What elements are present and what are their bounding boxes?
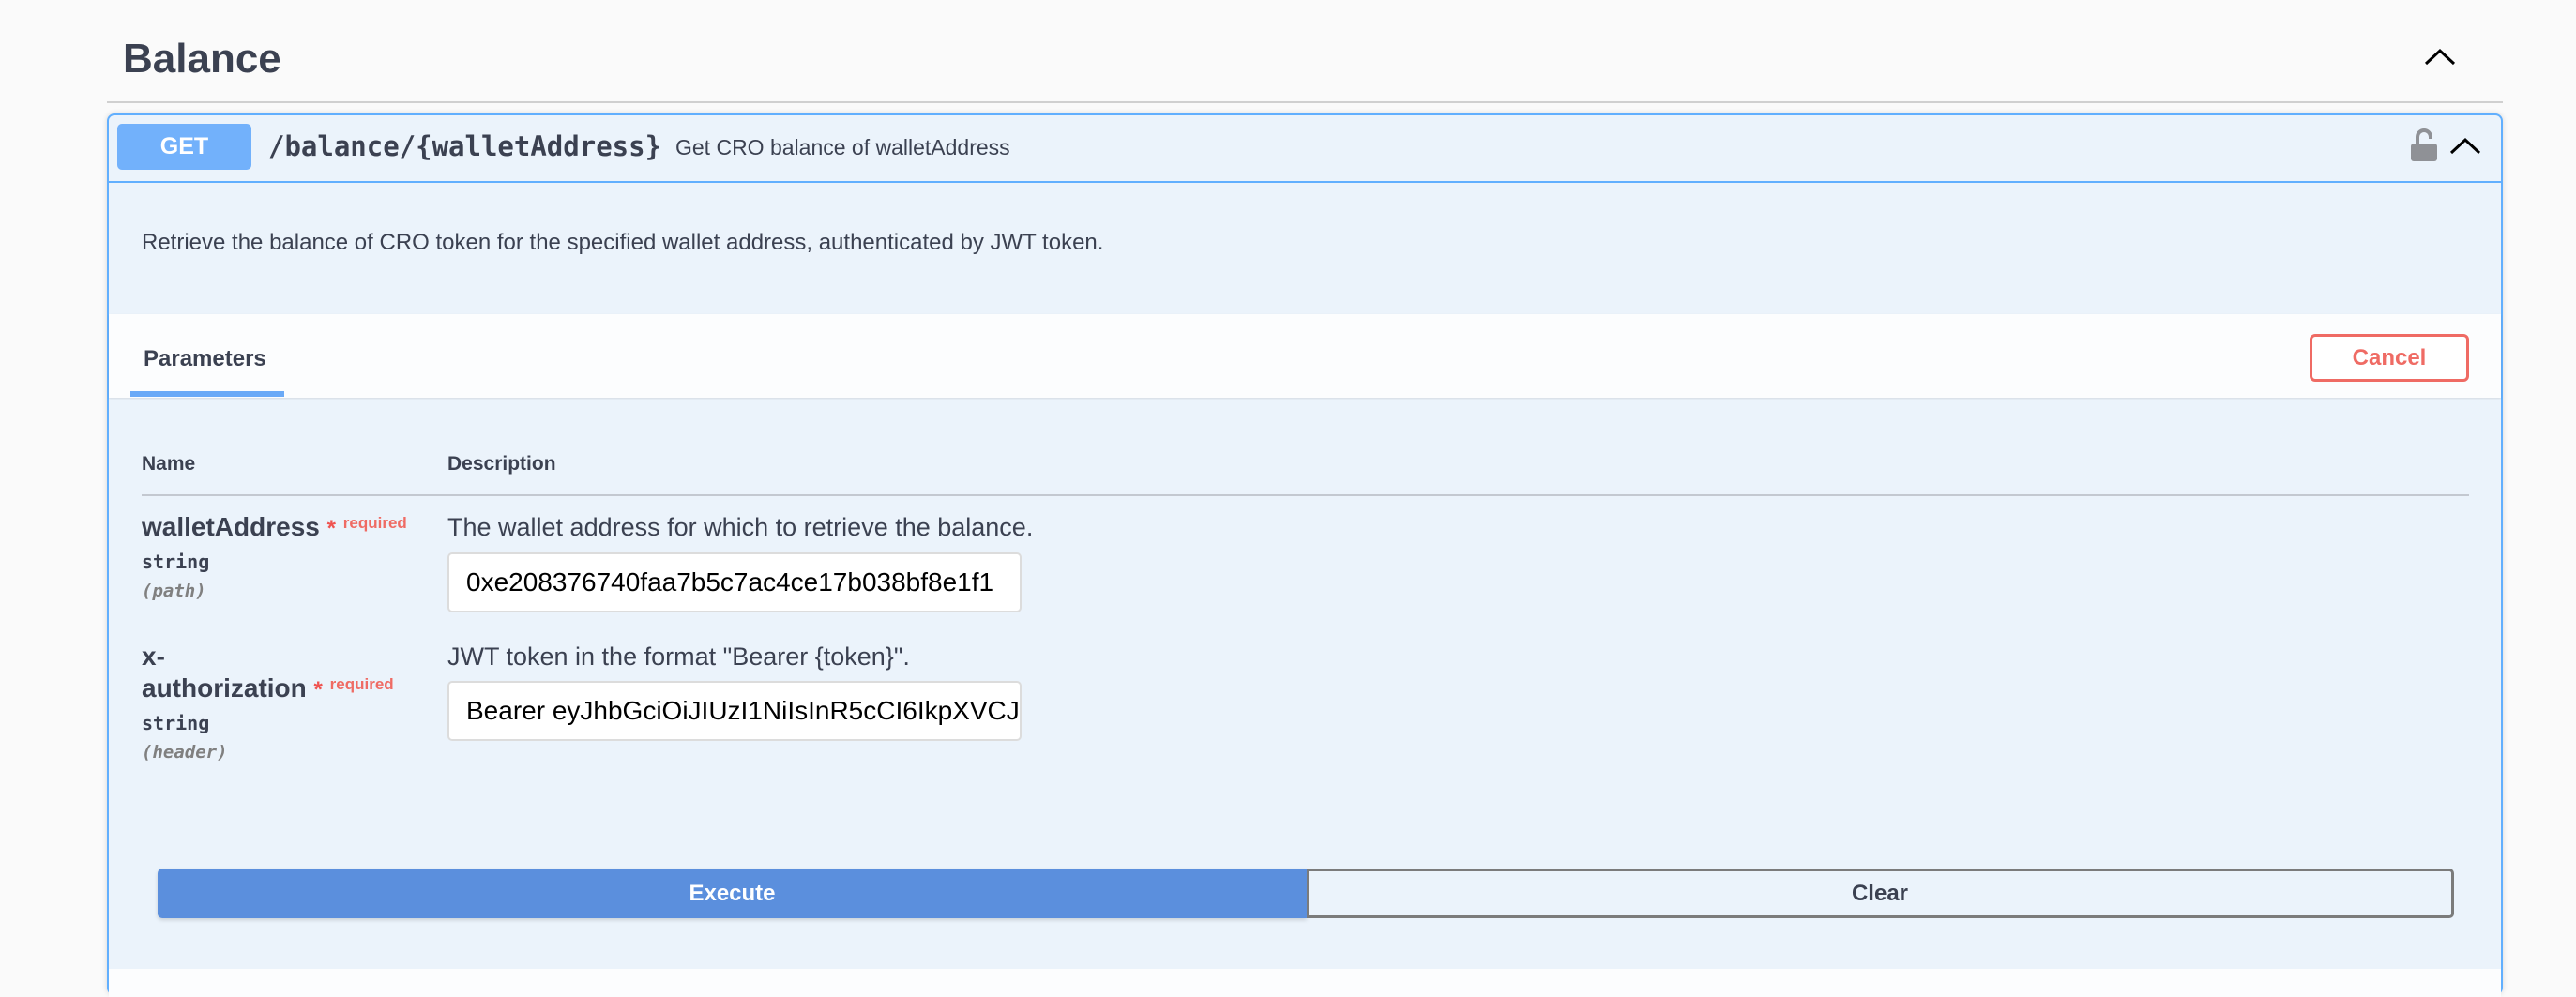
wallet-address-input[interactable]: 0xe208376740faa7b5c7ac4ce17b038bf8e1f1	[447, 552, 1022, 612]
param-description: JWT token in the format "Bearer {token}"…	[447, 642, 910, 671]
authorization-input[interactable]: Bearer eyJhbGciOiJIUzI1NiIsInR5cCI6IkpXV…	[447, 681, 1022, 741]
required-star: *	[313, 677, 323, 702]
param-location: (path)	[142, 581, 206, 601]
param-name: walletAddress	[142, 512, 320, 541]
chevron-up-icon[interactable]	[2449, 136, 2481, 155]
operation-block: GET /balance/{walletAddress} Get CRO bal…	[107, 113, 2503, 997]
cancel-button[interactable]: Cancel	[2310, 334, 2469, 382]
column-header-description: Description	[447, 453, 556, 475]
method-badge: GET	[117, 124, 251, 170]
tab-active-indicator	[130, 391, 284, 397]
unlock-icon[interactable]	[2410, 128, 2438, 162]
operation-summary[interactable]: GET /balance/{walletAddress} Get CRO bal…	[109, 115, 2501, 183]
tag-title[interactable]: Balance	[123, 36, 281, 83]
operation-summary-text: Get CRO balance of walletAddress	[675, 135, 1010, 159]
table-header-divider	[142, 494, 2469, 496]
param-name-cell: walletAddress * required string (path)	[142, 511, 407, 601]
operation-description: Retrieve the balance of CRO token for th…	[142, 230, 1104, 255]
param-type: string	[142, 551, 210, 573]
param-type: string	[142, 712, 210, 734]
column-header-name: Name	[142, 453, 196, 475]
param-name-cell: x- authorization * required string (head…	[142, 641, 394, 763]
required-label: required	[329, 675, 394, 693]
execute-button[interactable]: Execute	[158, 869, 1307, 918]
required-star: *	[326, 516, 336, 541]
required-label: required	[342, 514, 407, 532]
divider	[107, 101, 2503, 103]
operation-path: /balance/{walletAddress}	[268, 130, 662, 162]
param-description: The wallet address for which to retrieve…	[447, 513, 1034, 541]
chevron-up-icon[interactable]	[2424, 47, 2456, 66]
param-name: x-	[142, 642, 165, 671]
clear-button[interactable]: Clear	[1307, 869, 2454, 918]
tab-parameters[interactable]: Parameters	[144, 346, 266, 372]
param-name: authorization	[142, 673, 307, 702]
param-location: (header)	[142, 742, 228, 763]
parameters-tab-bar: Parameters Cancel	[109, 314, 2501, 398]
